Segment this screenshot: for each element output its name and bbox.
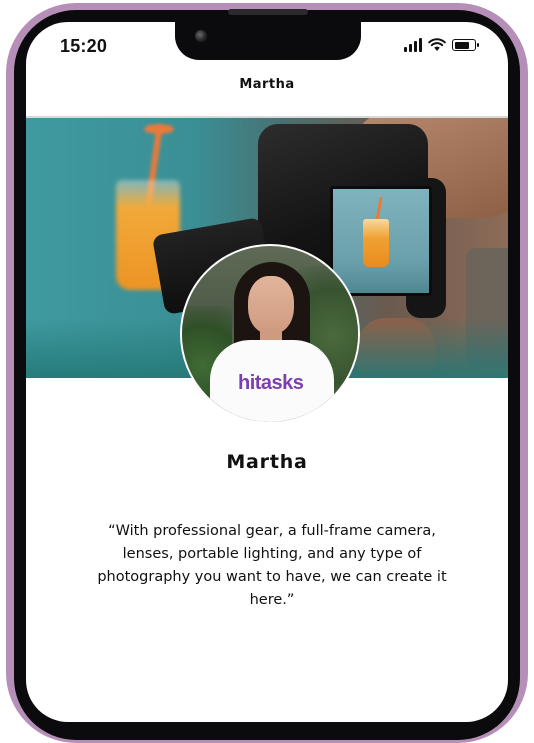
status-time: 15:20 <box>60 36 108 56</box>
wifi-icon <box>428 38 446 51</box>
shirt-logo: hitasks <box>238 372 304 394</box>
profile-quote: “With professional gear, a full-frame ca… <box>97 523 447 608</box>
status-icons <box>404 38 479 52</box>
profile-name: Martha <box>226 451 308 473</box>
page-title: Martha <box>239 77 295 92</box>
speaker-slot <box>228 9 308 15</box>
avatar-face <box>248 276 294 334</box>
avatar[interactable]: hitasks <box>180 244 360 424</box>
front-camera-icon <box>195 30 207 42</box>
cellular-signal-icon <box>404 38 422 52</box>
battery-icon <box>452 39 479 51</box>
notch <box>175 22 361 60</box>
